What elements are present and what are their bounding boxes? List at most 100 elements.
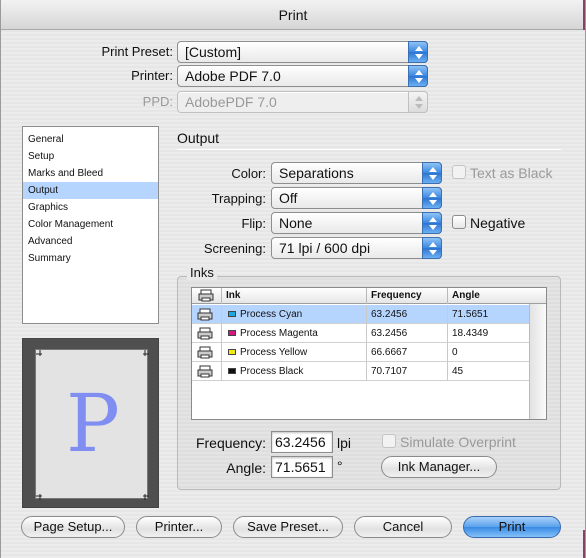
ink-row[interactable]: Process Yellow 66.6667 0 <box>192 343 529 362</box>
color-value: Separations <box>279 165 354 181</box>
printer-icon <box>197 346 213 359</box>
category-item-setup[interactable]: Setup <box>23 148 158 165</box>
flip-label: Flip: <box>241 216 266 231</box>
ink-angle: 45 <box>452 366 464 377</box>
printer-icon <box>197 365 213 378</box>
ink-name-text: Process Magenta <box>240 328 318 339</box>
column-header-ink[interactable]: Ink <box>222 288 367 304</box>
inks-table: Ink Frequency Angle Process Cyan 63.2456… <box>191 287 547 420</box>
category-item-summary[interactable]: Summary <box>23 250 158 267</box>
popup-arrows-icon <box>422 212 442 234</box>
category-item-general[interactable]: General <box>23 131 158 148</box>
ink-name-text: Process Black <box>240 366 304 377</box>
ink-manager-button[interactable]: Ink Manager... <box>381 456 497 478</box>
printer-icon <box>197 327 213 340</box>
print-toggle[interactable] <box>192 343 222 362</box>
printer-value: Adobe PDF 7.0 <box>185 68 281 84</box>
ink-name: Process Black <box>222 362 367 381</box>
column-header-frequency[interactable]: Frequency <box>367 288 448 304</box>
print-button[interactable]: Print <box>463 516 561 538</box>
ppd-label: PPD: <box>142 94 173 109</box>
category-list: General Setup Marks and Bleed Output Gra… <box>22 126 159 324</box>
angle-unit: ° <box>337 458 343 474</box>
ink-angle: 71.5651 <box>452 309 489 320</box>
ppd-popup: AdobePDF 7.0 <box>177 91 428 113</box>
ink-frequency: 63.2456 <box>367 305 448 324</box>
printer-icon <box>197 308 213 321</box>
save-preset-button[interactable]: Save Preset... <box>233 516 343 538</box>
text-as-black-checkbox <box>452 165 466 179</box>
popup-arrows-icon <box>408 41 428 63</box>
category-item-advanced[interactable]: Advanced <box>23 233 158 250</box>
category-item-graphics[interactable]: Graphics <box>23 199 158 216</box>
ink-name: Process Yellow <box>222 343 367 362</box>
popup-arrows-icon <box>408 65 428 87</box>
ink-row[interactable]: Process Magenta 63.2456 18.4349 <box>192 324 529 343</box>
negative-label: Negative <box>470 215 526 231</box>
print-dialog: Print Print Preset: [Custom] Printer: Ad… <box>0 0 586 558</box>
print-preset-value: [Custom] <box>185 44 242 60</box>
window-edge-accent <box>583 530 585 558</box>
page-setup-button[interactable]: Page Setup... <box>21 516 125 538</box>
output-section-title: Output <box>177 130 220 146</box>
trapping-label: Trapping: <box>211 191 266 206</box>
popup-arrows-icon <box>408 91 428 113</box>
ink-frequency: 66.6667 <box>367 343 448 362</box>
flip-popup[interactable]: None <box>271 212 442 234</box>
flip-value: None <box>279 215 313 231</box>
print-toggle[interactable] <box>192 324 222 343</box>
screening-popup[interactable]: 71 lpi / 600 dpi <box>271 237 442 259</box>
ink-angle: 0 <box>452 347 458 358</box>
popup-arrows-icon <box>422 237 442 259</box>
ink-frequency: 70.7107 <box>367 362 448 381</box>
window-title: Print <box>1 0 585 30</box>
ink-swatch <box>228 349 236 355</box>
ppd-value: AdobePDF 7.0 <box>185 94 277 110</box>
window-edge-accent <box>583 0 585 30</box>
ink-swatch <box>228 368 236 374</box>
printer-popup[interactable]: Adobe PDF 7.0 <box>177 65 428 87</box>
category-item-marks-and-bleed[interactable]: Marks and Bleed <box>23 165 158 182</box>
frequency-label: Frequency: <box>195 435 266 451</box>
preview-sheet: P <box>35 349 149 500</box>
category-item-color-management[interactable]: Color Management <box>23 216 158 233</box>
print-toggle[interactable] <box>192 362 222 381</box>
output-divider <box>177 149 561 150</box>
simulate-overprint-label: Simulate Overprint <box>400 434 516 450</box>
simulate-overprint-checkbox <box>382 434 396 448</box>
color-label: Color: <box>231 166 266 181</box>
inks-section-title: Inks <box>187 265 217 280</box>
ink-swatch <box>228 330 236 336</box>
ink-name-text: Process Yellow <box>240 347 308 358</box>
cancel-button[interactable]: Cancel <box>354 516 452 538</box>
trapping-value: Off <box>279 190 298 206</box>
column-header-print[interactable] <box>192 288 222 304</box>
print-preset-popup[interactable]: [Custom] <box>177 41 428 63</box>
ink-row[interactable]: Process Black 70.7107 45 <box>192 362 529 381</box>
screening-value: 71 lpi / 600 dpi <box>279 240 371 256</box>
print-toggle[interactable] <box>192 305 222 324</box>
page-preview[interactable]: P <box>22 338 159 508</box>
category-item-output[interactable]: Output <box>23 182 158 199</box>
inks-table-scrollbar[interactable] <box>529 304 546 419</box>
printer-icon <box>198 289 214 302</box>
inks-table-header: Ink Frequency Angle <box>192 288 546 304</box>
screening-label: Screening: <box>203 241 266 256</box>
column-header-angle[interactable]: Angle <box>448 288 546 304</box>
trapping-popup[interactable]: Off <box>271 187 442 209</box>
ink-swatch <box>228 311 236 317</box>
ink-frequency: 63.2456 <box>367 324 448 343</box>
popup-arrows-icon <box>422 187 442 209</box>
ink-angle: 18.4349 <box>452 328 489 339</box>
text-as-black-label: Text as Black <box>470 165 553 181</box>
print-preset-label: Print Preset: <box>101 44 173 59</box>
color-popup[interactable]: Separations <box>271 162 442 184</box>
frequency-field[interactable]: 63.2456 <box>271 431 333 453</box>
ink-name-text: Process Cyan <box>240 309 303 320</box>
angle-field[interactable]: 71.5651 <box>271 456 333 478</box>
ink-row[interactable]: Process Cyan 63.2456 71.5651 <box>192 305 529 324</box>
ink-name: Process Magenta <box>222 324 367 343</box>
negative-checkbox[interactable] <box>452 215 466 229</box>
frequency-unit: lpi <box>337 435 352 451</box>
printer-button[interactable]: Printer... <box>136 516 222 538</box>
